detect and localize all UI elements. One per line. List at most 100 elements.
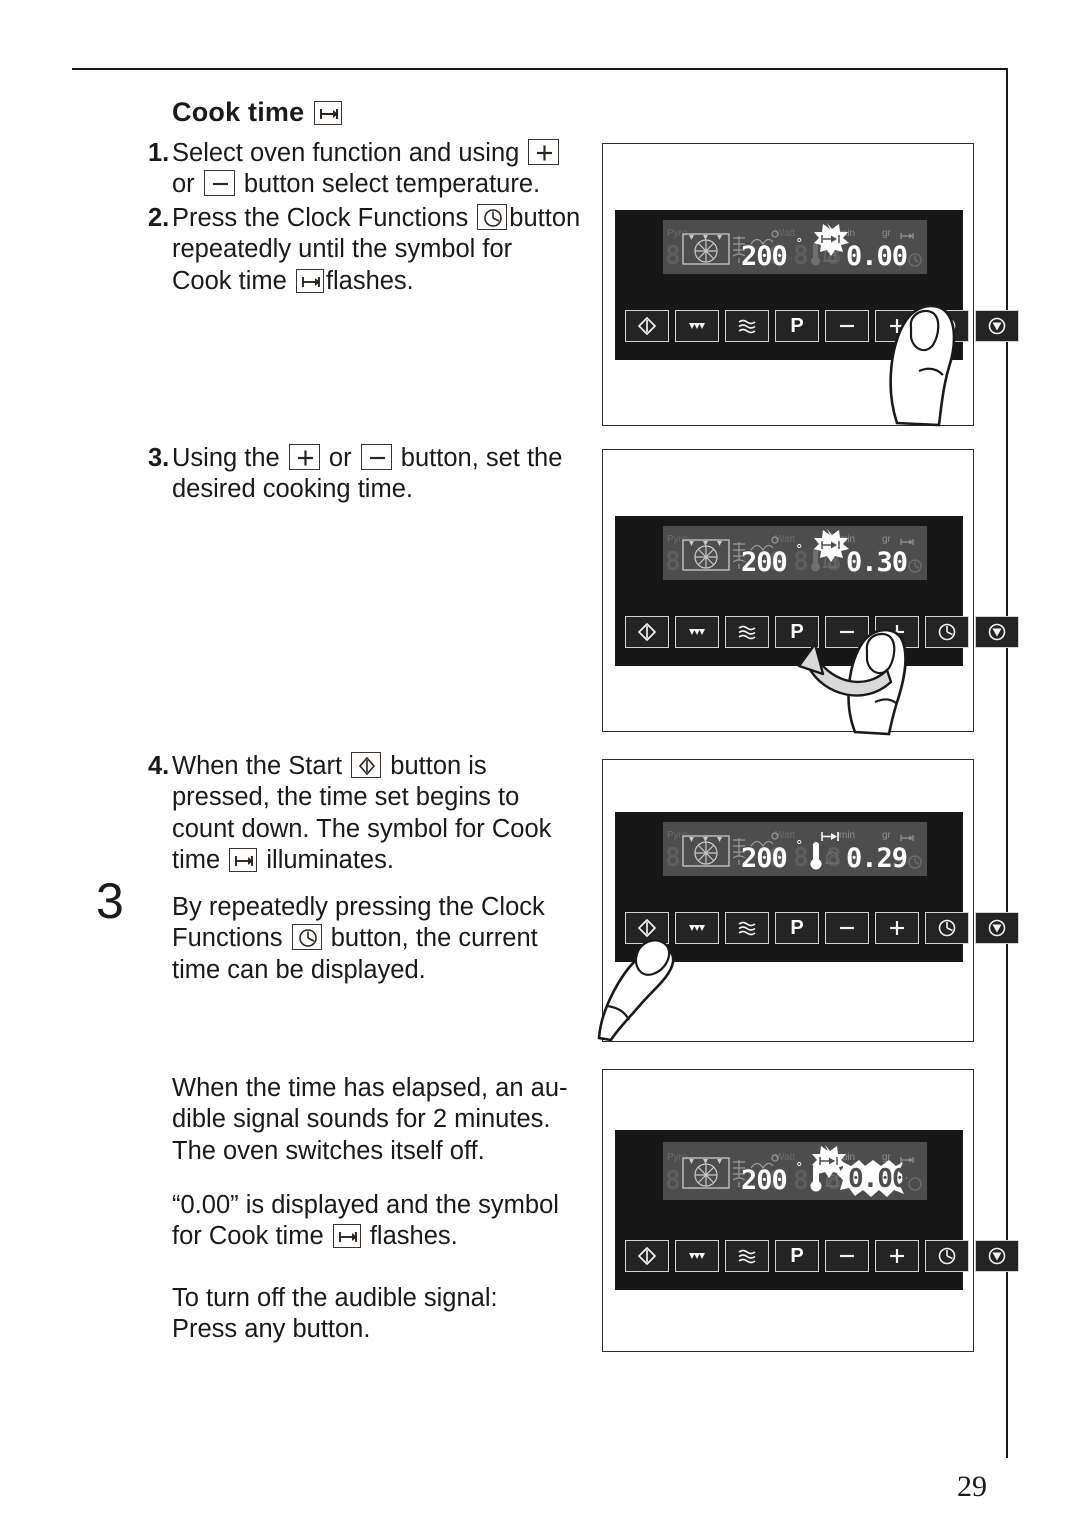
thermometer-segment-lit [810,842,822,870]
start-button[interactable] [625,1240,669,1272]
zero-display-line1: “0.00” is displayed and the symbol [172,1191,559,1219]
pyrolysis-button[interactable]: P [775,1240,819,1272]
svg-text:8: 8 [665,241,681,271]
panel-step4: Pyro Watt min gr 8888 200 ° 0.29 P [597,759,1019,1042]
svg-text:200: 200 [741,1165,787,1196]
step-3-line2: desired cooking time. [172,475,413,504]
clock-functions-button[interactable] [925,912,969,944]
pyrolysis-button[interactable]: P [775,912,819,944]
minus-button[interactable] [825,912,869,944]
step-1-line1: Select oven function and using [172,139,520,167]
start-button[interactable] [625,616,669,648]
clock-icon [477,204,508,230]
clock-note-line3: time can be displayed. [172,955,426,984]
step-1-line2-a: or [172,170,195,199]
steam-button[interactable] [725,1240,769,1272]
grill-button[interactable] [675,616,719,648]
time-flash-burst: 0.00 [837,1160,908,1197]
step-4-line3: count down. The symbol for Cook [172,814,552,843]
clock-note-line2-b: button, the current [330,924,538,953]
elapsed-line2: dible signal sounds for 2 minutes. [172,1105,551,1134]
svg-text:gr: gr [882,830,892,841]
clock-note-line2-a: Functions [172,924,283,953]
start-icon [351,752,382,778]
pyrolysis-button[interactable]: P [775,616,819,648]
svg-text:200: 200 [741,241,787,272]
step-4-line1-b: button is [390,752,487,780]
start-button[interactable] [625,912,669,944]
plus-button[interactable] [875,1240,919,1272]
page-title: Cook time [172,96,596,129]
step-1-number: 1. [148,139,170,167]
plus-button[interactable] [875,912,919,944]
turn-off-line1: To turn off the audible signal: [172,1284,498,1312]
svg-text:8: 8 [665,843,681,873]
panel-step2: Pyro Watt min gr 8888 200 ° 0.00 P [602,143,1019,427]
svg-text:0.00: 0.00 [846,241,907,272]
lcd-display: Pyro Watt min gr 8888 [663,526,927,580]
turn-off-line2: Press any button. [172,1315,371,1344]
step-2-line3-a: Cook time [172,266,287,295]
oven-control-panel: Pyro Watt min gr 8888 [615,812,1019,962]
pyrolysis-button[interactable]: P [775,310,819,342]
svg-text:°: ° [796,1161,803,1176]
plus-button[interactable] [875,310,919,342]
step-3-line1-a: Using the [172,444,280,472]
minus-button[interactable] [825,616,869,648]
elapsed-line1: When the time has elapsed, an au- [172,1074,568,1102]
button-row: P [625,912,1019,944]
step-3: 3. Using the or button, set the desired … [148,443,596,506]
grill-button[interactable] [675,1240,719,1272]
grill-button[interactable] [675,310,719,342]
steam-button[interactable] [725,310,769,342]
stop-button[interactable] [975,1240,1019,1272]
grill-button[interactable] [675,912,719,944]
plus-icon [528,139,560,165]
oven-control-panel: Pyro Watt min gr 8888 [615,1130,1019,1290]
minus-icon [203,170,235,197]
oven-control-panel: Pyro Watt min gr 8888 [615,210,1019,360]
stop-button[interactable] [975,310,1019,342]
step-4-line4-b: illuminates. [266,846,394,875]
svg-text:200: 200 [741,547,787,578]
svg-text:min: min [839,830,855,841]
step-2-line3-b: flashes. [325,266,414,295]
step-4-line1-a: When the Start [172,752,343,780]
stop-button[interactable] [975,912,1019,944]
thermometer-segment [811,242,820,266]
cook-time-icon [229,848,258,873]
step-3-line1-b: or [328,444,352,472]
lcd-display: Pyro Watt min gr 8888 [663,220,927,274]
svg-text:0.30: 0.30 [846,547,907,578]
clock-functions-button[interactable] [925,1240,969,1272]
step-3-line1-c: button, set the [400,444,563,472]
lcd-display: Pyro Watt min gr 8888 [663,822,927,876]
plus-icon [288,444,320,470]
clock-functions-button[interactable] [925,616,969,648]
plus-button[interactable] [875,616,919,648]
elapsed-line3: The oven switches itself off. [172,1136,485,1165]
minus-button[interactable] [825,310,869,342]
clock-note-line1: By repeatedly pressing the Clock [172,893,545,921]
stop-button[interactable] [975,616,1019,648]
step-2-number: 2. [148,204,170,232]
panel-finished: Pyro Watt min gr 8888 200 ° 0.00 P [602,1069,1019,1352]
svg-text:gr: gr [882,534,892,545]
steam-button[interactable] [725,616,769,648]
svg-text:0.29: 0.29 [846,843,907,874]
clock-functions-button[interactable] [925,310,969,342]
steam-button[interactable] [725,912,769,944]
minus-button[interactable] [825,1240,869,1272]
lcd-display: Pyro Watt min gr 8888 [663,1142,927,1200]
step-4-number: 4. [148,752,170,780]
svg-text:8: 8 [665,547,681,577]
step-2-line2: repeatedly until the symbol for [172,235,513,264]
button-row: P [625,1240,1019,1272]
oven-control-panel: Pyro Watt min gr 8888 [615,516,1019,666]
start-button[interactable] [625,310,669,342]
zero-display-line2-a: for Cook time [172,1222,324,1251]
chapter-number: 3 [96,873,124,929]
svg-text:0.00: 0.00 [848,1164,907,1194]
minus-icon [360,444,392,470]
panel-step3: Pyro Watt min gr 8888 200 ° 0.30 P [602,449,1019,736]
